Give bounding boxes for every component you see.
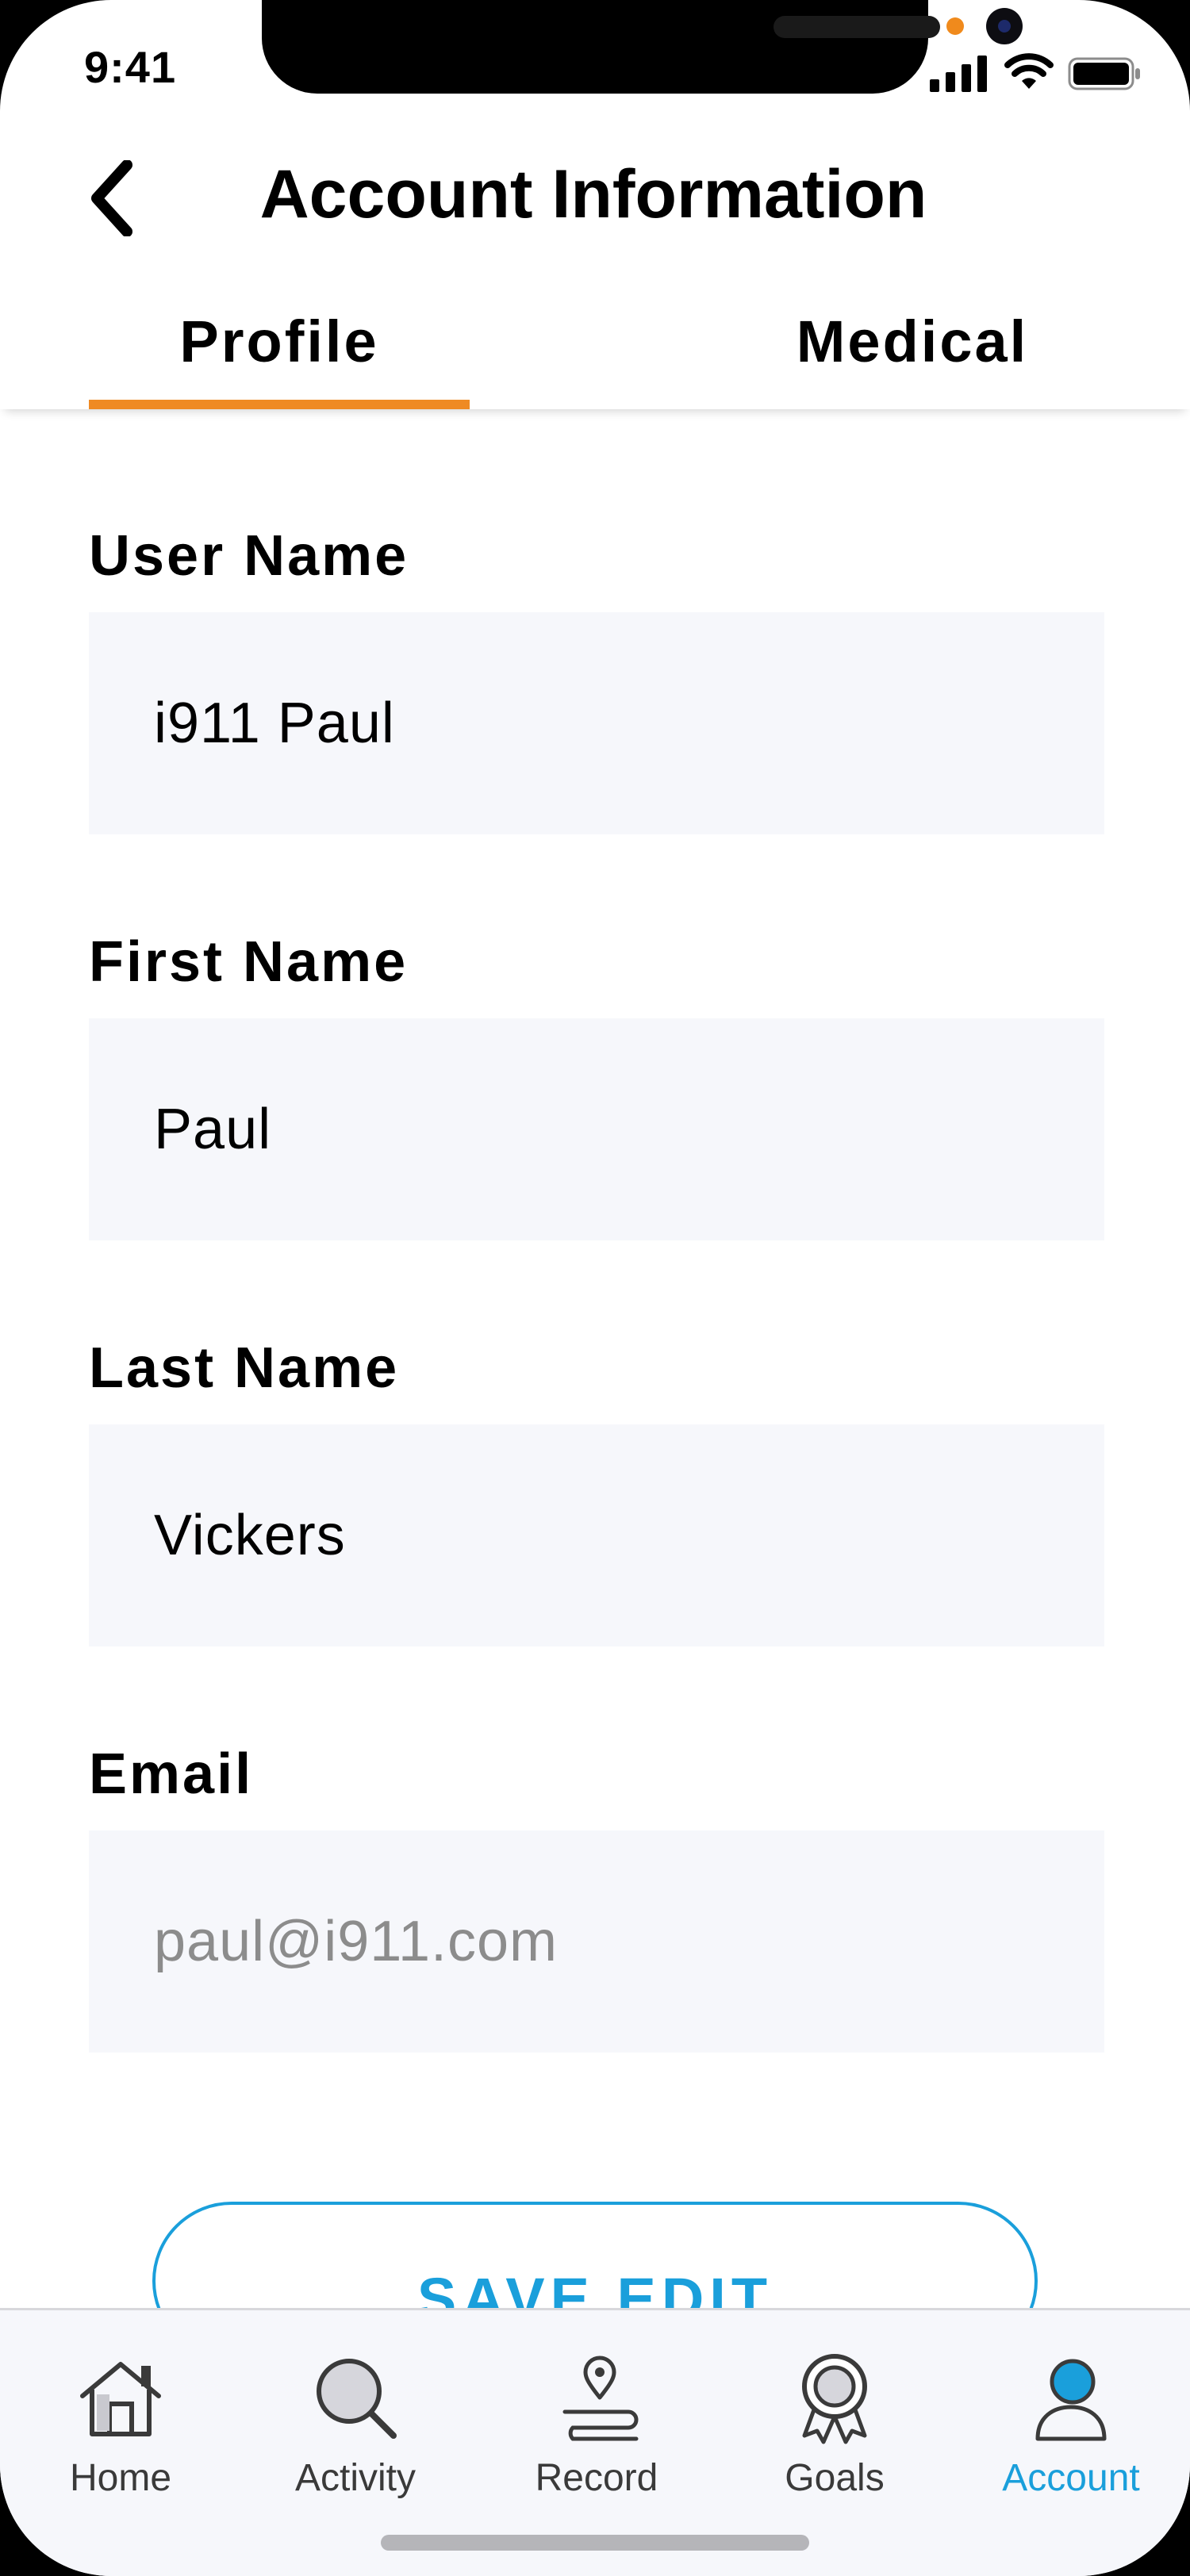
first-name-value: Paul	[154, 1098, 272, 1161]
first-name-label: First Name	[89, 930, 409, 994]
cellular-signal-icon	[930, 56, 987, 92]
tab-medical-label: Medical	[796, 309, 1029, 374]
speaker-grille	[774, 16, 940, 38]
app-screen: 9:41 Account Information Profile Medical…	[0, 0, 1190, 2576]
front-camera	[986, 8, 1023, 44]
home-icon	[80, 2362, 161, 2436]
page-title: Account Information	[0, 155, 1190, 234]
tab-medical[interactable]: Medical	[714, 293, 1111, 409]
notch	[262, 0, 1023, 94]
first-name-field[interactable]: Paul	[89, 1018, 1104, 1240]
search-icon	[317, 2359, 397, 2439]
email-label: Email	[89, 1742, 254, 1806]
tab-profile-label: Profile	[179, 309, 379, 374]
username-label: User Name	[89, 524, 409, 588]
nav-item-account[interactable]: Account	[952, 2350, 1190, 2509]
user-icon	[1035, 2359, 1107, 2441]
tab-profile[interactable]: Profile	[89, 293, 470, 409]
status-bar: 9:41	[0, 0, 1190, 119]
username-field[interactable]: i911 Paul	[89, 612, 1104, 834]
active-tab-indicator	[89, 400, 470, 409]
last-name-field[interactable]: Vickers	[89, 1424, 1104, 1646]
status-time: 9:41	[84, 42, 177, 92]
home-indicator[interactable]	[381, 2535, 809, 2551]
tab-bar-segment: Profile Medical	[0, 293, 1190, 409]
page-title-text: Account Information	[259, 156, 927, 232]
nav-item-home[interactable]: Home	[2, 2350, 240, 2509]
nav-item-goals[interactable]: Goals	[716, 2350, 954, 2509]
last-name-label: Last Name	[89, 1336, 400, 1400]
email-value: paul@i911.com	[154, 1910, 559, 1973]
nav-item-activity[interactable]: Activity	[236, 2350, 474, 2509]
nav-label-goals: Goals	[785, 2457, 885, 2499]
nav-item-record[interactable]: Record	[478, 2350, 716, 2509]
nav-label-record: Record	[535, 2457, 658, 2499]
battery-icon	[1068, 57, 1140, 90]
map-pin-route-icon	[562, 2356, 639, 2441]
email-field[interactable]: paul@i911.com	[89, 1830, 1104, 2053]
wifi-icon	[1004, 53, 1054, 89]
privacy-indicator-dot	[946, 17, 964, 35]
nav-label-home: Home	[69, 2457, 172, 2499]
award-icon	[802, 2354, 867, 2444]
nav-label-activity: Activity	[294, 2457, 416, 2499]
nav-label-account: Account	[1002, 2457, 1140, 2499]
username-value: i911 Paul	[154, 692, 395, 755]
last-name-value: Vickers	[154, 1504, 346, 1567]
